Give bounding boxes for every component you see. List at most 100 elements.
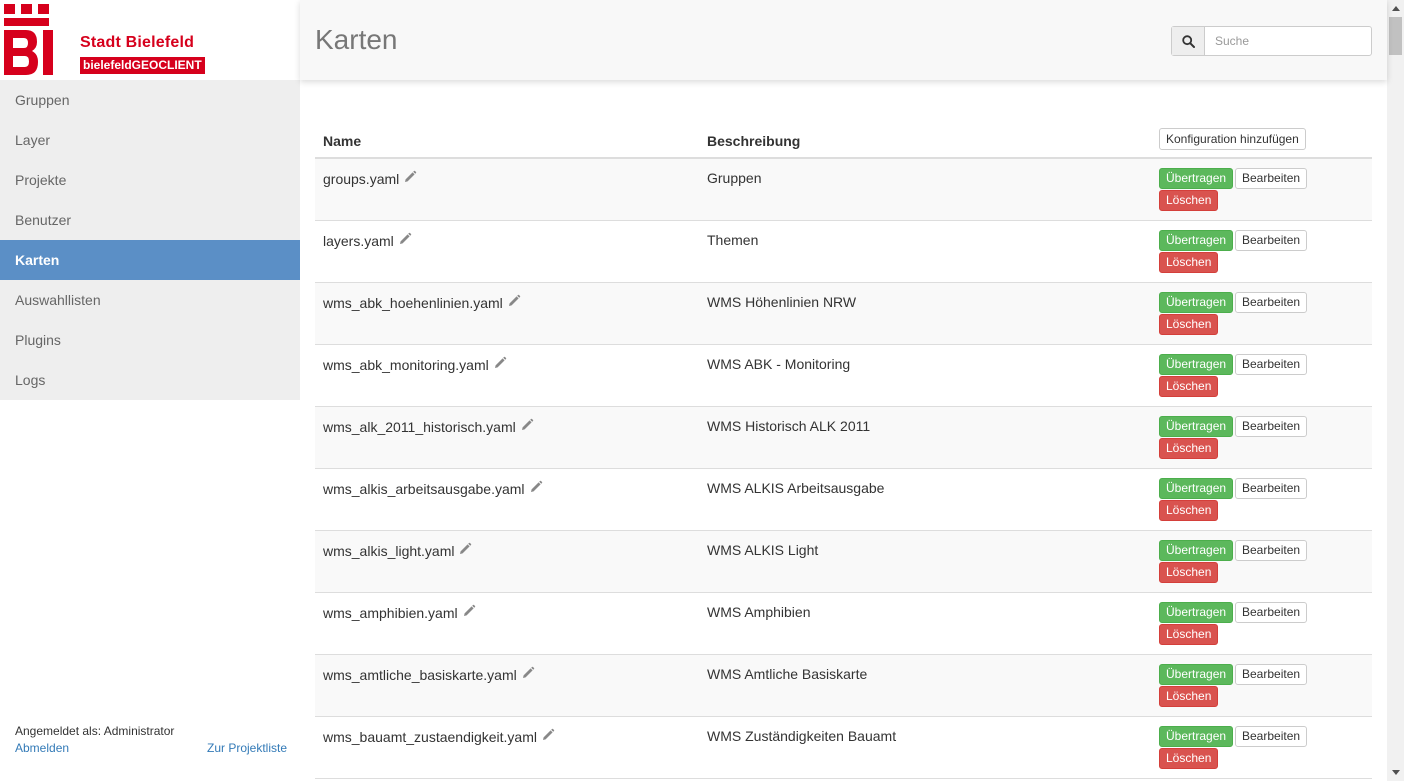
pencil-icon[interactable] bbox=[507, 294, 521, 311]
logo-product-name: bielefeldGEOCLIENT bbox=[80, 57, 205, 74]
map-name: wms_alkis_arbeitsausgabe.yaml bbox=[323, 480, 525, 497]
scroll-up-arrow-icon[interactable] bbox=[1387, 0, 1404, 17]
table-row: wms_alkis_light.yaml WMS ALKIS Light Übert… bbox=[315, 531, 1372, 593]
delete-button[interactable]: Löschen bbox=[1159, 376, 1219, 397]
map-description: WMS Historisch ALK 2011 bbox=[707, 418, 871, 434]
transfer-button[interactable]: Übertragen bbox=[1159, 540, 1234, 561]
search-button[interactable] bbox=[1172, 27, 1205, 55]
sidebar-item-logs[interactable]: Logs bbox=[0, 360, 300, 400]
column-header-name: Name bbox=[323, 133, 362, 149]
map-description: WMS Höhenlinien NRW bbox=[707, 294, 857, 310]
delete-button[interactable]: Löschen bbox=[1159, 252, 1219, 273]
delete-button[interactable]: Löschen bbox=[1159, 500, 1219, 521]
edit-button[interactable]: Bearbeiten bbox=[1235, 354, 1308, 375]
edit-button[interactable]: Bearbeiten bbox=[1235, 292, 1308, 313]
map-name: wms_abk_monitoring.yaml bbox=[323, 356, 489, 373]
map-name-cell: wms_abk_monitoring.yaml bbox=[323, 356, 507, 373]
map-name-cell: layers.yaml bbox=[323, 232, 412, 249]
page-header: Karten bbox=[300, 0, 1387, 80]
scrollbar[interactable] bbox=[1387, 0, 1404, 781]
delete-button[interactable]: Löschen bbox=[1159, 314, 1219, 335]
sidebar-item-gruppen[interactable]: Gruppen bbox=[0, 80, 300, 120]
pencil-icon[interactable] bbox=[403, 170, 417, 187]
sidebar-item-layer[interactable]: Layer bbox=[0, 120, 300, 160]
delete-button[interactable]: Löschen bbox=[1159, 686, 1219, 707]
transfer-button[interactable]: Übertragen bbox=[1159, 416, 1234, 437]
delete-button[interactable]: Löschen bbox=[1159, 624, 1219, 645]
table-header: Name Beschreibung Konfiguration hinzufüg… bbox=[315, 126, 1372, 159]
logout-link[interactable]: Abmelden bbox=[15, 741, 69, 755]
sidebar-item-auswahllisten[interactable]: Auswahllisten bbox=[0, 280, 300, 320]
map-name-cell: wms_amtliche_basiskarte.yaml bbox=[323, 666, 535, 683]
edit-button[interactable]: Bearbeiten bbox=[1235, 664, 1308, 685]
edit-button[interactable]: Bearbeiten bbox=[1235, 478, 1308, 499]
pencil-icon[interactable] bbox=[458, 542, 472, 559]
pencil-icon[interactable] bbox=[541, 728, 555, 745]
map-name-cell: wms_amphibien.yaml bbox=[323, 604, 476, 621]
table-row: wms_abk_monitoring.yaml WMS ABK - Monitor… bbox=[315, 345, 1372, 407]
map-description: Themen bbox=[707, 232, 759, 248]
logo-city-name: Stadt Bielefeld bbox=[80, 34, 195, 51]
table-row: wms_abk_hoehenlinien.yaml WMS Höhenlinien… bbox=[315, 283, 1372, 345]
transfer-button[interactable]: Übertragen bbox=[1159, 664, 1234, 685]
search-input[interactable] bbox=[1205, 27, 1371, 55]
delete-button[interactable]: Löschen bbox=[1159, 562, 1219, 583]
sidebar: Stadt Bielefeld bielefeldGEOCLIENT Grupp… bbox=[0, 0, 300, 781]
pencil-icon[interactable] bbox=[520, 418, 534, 435]
delete-button[interactable]: Löschen bbox=[1159, 438, 1219, 459]
edit-button[interactable]: Bearbeiten bbox=[1235, 416, 1308, 437]
edit-button[interactable]: Bearbeiten bbox=[1235, 602, 1308, 623]
page-title: Karten bbox=[315, 24, 398, 55]
transfer-button[interactable]: Übertragen bbox=[1159, 726, 1234, 747]
sidebar-item-benutzer[interactable]: Benutzer bbox=[0, 200, 300, 240]
edit-button[interactable]: Bearbeiten bbox=[1235, 726, 1308, 747]
sidebar-item-plugins[interactable]: Plugins bbox=[0, 320, 300, 360]
transfer-button[interactable]: Übertragen bbox=[1159, 602, 1234, 623]
table-row: wms_amtliche_basiskarte.yaml WMS Amtliche… bbox=[315, 655, 1372, 717]
map-description: WMS Amphibien bbox=[707, 604, 811, 620]
scroll-down-arrow-icon[interactable] bbox=[1387, 764, 1404, 781]
edit-button[interactable]: Bearbeiten bbox=[1235, 168, 1308, 189]
transfer-button[interactable]: Übertragen bbox=[1159, 230, 1234, 251]
map-description: WMS Amtliche Basiskarte bbox=[707, 666, 868, 682]
scrollbar-thumb[interactable] bbox=[1389, 17, 1402, 55]
transfer-button[interactable]: Übertragen bbox=[1159, 354, 1234, 375]
map-name: groups.yaml bbox=[323, 170, 400, 187]
map-description: WMS Zuständigkeiten Bauamt bbox=[707, 728, 897, 744]
map-name-cell: wms_bauamt_zustaendigkeit.yaml bbox=[323, 728, 555, 745]
delete-button[interactable]: Löschen bbox=[1159, 190, 1219, 211]
table-row: wms_alkis_arbeitsausgabe.yaml WMS ALKIS A… bbox=[315, 469, 1372, 531]
pencil-icon[interactable] bbox=[462, 604, 476, 621]
login-info: Angemeldet als: Administrator bbox=[15, 724, 175, 738]
map-name: wms_alkis_light.yaml bbox=[323, 542, 455, 559]
delete-button[interactable]: Löschen bbox=[1159, 748, 1219, 769]
transfer-button[interactable]: Übertragen bbox=[1159, 292, 1234, 313]
project-list-link[interactable]: Zur Projektliste bbox=[207, 741, 287, 755]
map-name-cell: wms_alk_2011_historisch.yaml bbox=[323, 418, 534, 435]
pencil-icon[interactable] bbox=[521, 666, 535, 683]
table-row: wms_alk_2011_historisch.yaml WMS Historis… bbox=[315, 407, 1372, 469]
map-name-cell: groups.yaml bbox=[323, 170, 417, 187]
bielefeld-bi-logo bbox=[4, 4, 53, 75]
map-name-cell: wms_alkis_arbeitsausgabe.yaml bbox=[323, 480, 543, 497]
edit-button[interactable]: Bearbeiten bbox=[1235, 540, 1308, 561]
sidebar-item-projekte[interactable]: Projekte bbox=[0, 160, 300, 200]
map-name: wms_amtliche_basiskarte.yaml bbox=[323, 666, 517, 683]
map-name: layers.yaml bbox=[323, 232, 394, 249]
table-row: groups.yaml Gruppen Übertragen Bearbeiten Lö… bbox=[315, 159, 1372, 221]
map-description: WMS ABK - Monitoring bbox=[707, 356, 851, 372]
map-name: wms_bauamt_zustaendigkeit.yaml bbox=[323, 728, 537, 745]
map-description: WMS ALKIS Arbeitsausgabe bbox=[707, 480, 885, 496]
add-configuration-button[interactable]: Konfiguration hinzufügen bbox=[1159, 128, 1306, 150]
map-name-cell: wms_alkis_light.yaml bbox=[323, 542, 472, 559]
pencil-icon[interactable] bbox=[398, 232, 412, 249]
transfer-button[interactable]: Übertragen bbox=[1159, 478, 1234, 499]
edit-button[interactable]: Bearbeiten bbox=[1235, 230, 1308, 251]
sidebar-nav: Gruppen Layer Projekte Benutzer Karten A… bbox=[0, 80, 300, 400]
transfer-button[interactable]: Übertragen bbox=[1159, 168, 1234, 189]
pencil-icon[interactable] bbox=[493, 356, 507, 373]
column-header-description: Beschreibung bbox=[707, 133, 801, 149]
sidebar-item-karten[interactable]: Karten bbox=[0, 240, 300, 280]
brand-logo: Stadt Bielefeld bielefeldGEOCLIENT bbox=[0, 0, 300, 80]
pencil-icon[interactable] bbox=[529, 480, 543, 497]
